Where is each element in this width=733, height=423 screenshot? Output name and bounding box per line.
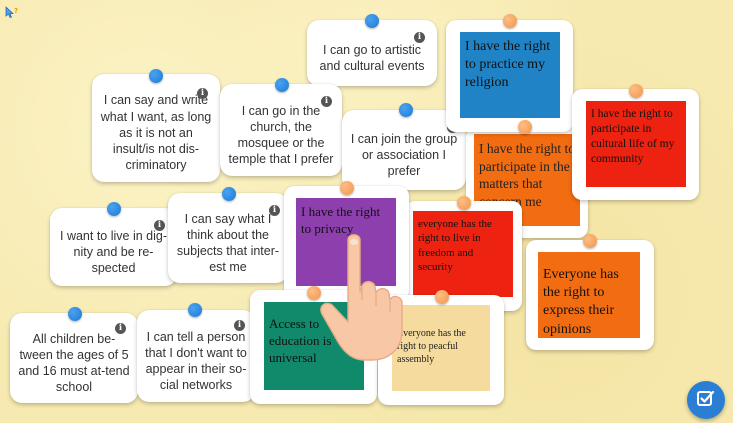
help-cursor-icon[interactable]: ?: [5, 6, 19, 25]
pin-icon: [107, 202, 121, 216]
pin-icon: [275, 78, 289, 92]
info-icon[interactable]: i: [234, 320, 245, 331]
right-card-cultural-life[interactable]: I have the right to participate in cultu…: [572, 89, 699, 200]
pin-icon: [340, 181, 354, 195]
statement-text: I can go in the church, the mosquee or t…: [228, 103, 334, 167]
pin-icon: [222, 187, 236, 201]
pin-icon: [457, 196, 471, 210]
statement-text: I can say what I think about the subject…: [176, 211, 280, 275]
statement-text: I want to live in dig-nity and be re-spe…: [60, 228, 167, 276]
right-text: Everyone has the right to express their …: [543, 267, 619, 337]
statement-text: I can say and write what I want, as long…: [100, 93, 212, 173]
statement-card-write[interactable]: i I can say and write what I want, as lo…: [92, 74, 220, 182]
statement-card-artistic[interactable]: i I can go to artistic and cultural even…: [307, 20, 437, 86]
statement-text: I can go to artistic and cultural events: [319, 42, 425, 73]
right-text: I have the right to participate in the m…: [479, 141, 575, 209]
statement-text: All children be-tween the ages of 5 and …: [18, 331, 130, 395]
info-icon[interactable]: i: [115, 323, 126, 334]
right-text: I have the right to practice my religion: [465, 39, 551, 91]
statement-card-tell-person[interactable]: i I can tell a person that I don't want …: [137, 310, 255, 402]
statement-card-say-think[interactable]: i I can say what I think about the subje…: [168, 193, 288, 283]
info-icon[interactable]: i: [197, 88, 208, 99]
pin-icon: [518, 120, 532, 134]
pin-icon: [399, 103, 413, 117]
info-icon[interactable]: i: [414, 32, 425, 43]
right-card-express[interactable]: Everyone has the right to express their …: [526, 240, 654, 350]
pin-icon: [365, 14, 379, 28]
right-card-square: I have the right to practice my religion: [460, 32, 560, 118]
pin-icon: [503, 14, 517, 28]
pointing-hand-icon: [318, 230, 410, 370]
statement-card-dignity[interactable]: i I want to live in dig-nity and be re-s…: [50, 208, 177, 286]
statement-card-school[interactable]: i All children be-tween the ages of 5 an…: [10, 313, 138, 403]
pin-icon: [149, 69, 163, 83]
pin-icon: [68, 307, 82, 321]
right-card-square: Everyone has the right to express their …: [538, 252, 640, 338]
right-card-religion[interactable]: I have the right to practice my religion: [446, 20, 573, 132]
statement-text: I can tell a person that I don't want to…: [145, 329, 247, 393]
check-edit-icon: [696, 388, 716, 413]
pin-icon: [629, 84, 643, 98]
statement-text: I can join the group or association I pr…: [350, 131, 458, 179]
svg-text:?: ?: [14, 7, 18, 15]
pin-icon: [188, 303, 202, 317]
info-icon[interactable]: i: [269, 205, 280, 216]
right-card-square: everyone has the right to live in freedo…: [413, 211, 513, 297]
pin-icon: [435, 290, 449, 304]
info-icon[interactable]: i: [154, 220, 165, 231]
right-card-square: I have the right to participate in cultu…: [586, 101, 686, 187]
pin-icon: [583, 234, 597, 248]
check-button[interactable]: [687, 381, 725, 419]
right-text: everyone has the right to live in freedo…: [418, 218, 492, 273]
statement-card-church[interactable]: i I can go in the church, the mosquee or…: [220, 84, 342, 176]
right-text: I have the right to participate in cultu…: [591, 108, 675, 165]
info-icon[interactable]: i: [321, 96, 332, 107]
